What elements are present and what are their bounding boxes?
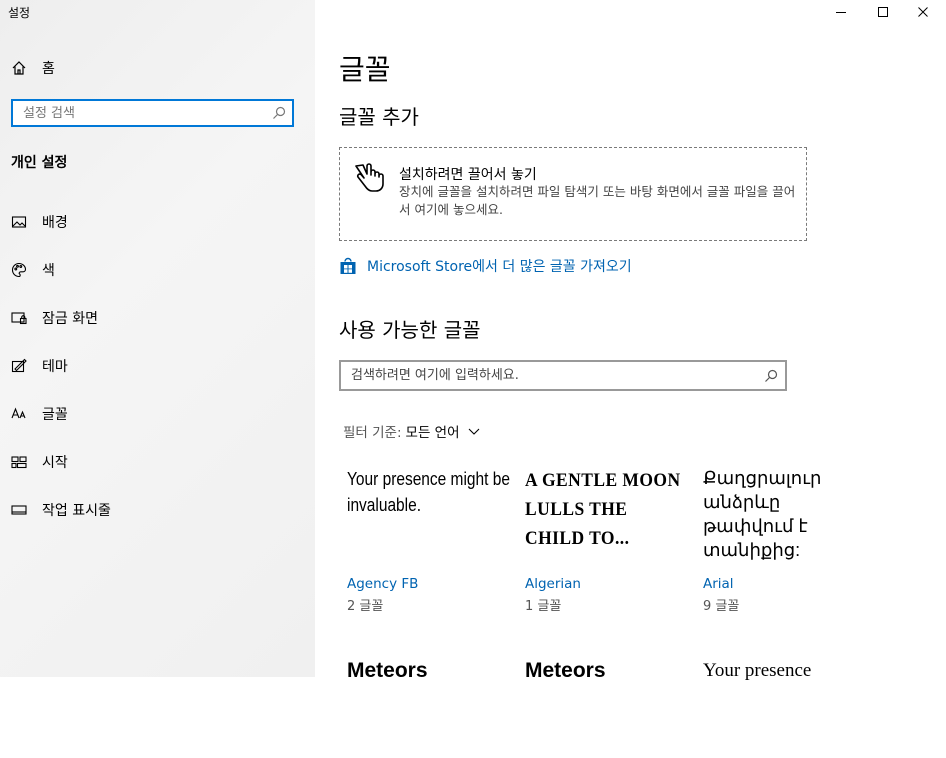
sidebar-nav-list: 배경 색 잠금 화면 테마 글꼴 시작 작업 표시줄 (10, 208, 111, 544)
sidebar-section-heading: 개인 설정 (11, 155, 68, 171)
palette-icon (10, 261, 28, 279)
font-card[interactable]: Meteors (347, 658, 507, 758)
filter-value: 모든 언어 (405, 425, 460, 441)
font-count: 1 글꼴 (525, 599, 562, 614)
sidebar-item-themes[interactable]: 테마 (10, 352, 111, 400)
home-nav-item[interactable]: 홈 (10, 58, 55, 78)
taskbar-icon (10, 501, 28, 519)
font-count: 9 글꼴 (703, 599, 740, 614)
close-button[interactable] (900, 0, 946, 24)
language-filter-dropdown[interactable]: 필터 기준: 모든 언어 (343, 421, 480, 441)
drop-zone-title: 설치하려면 끌어서 놓기 (399, 167, 537, 183)
start-icon (10, 453, 28, 471)
filter-label: 필터 기준: (343, 425, 402, 441)
store-icon (340, 257, 356, 274)
store-link-label: Microsoft Store에서 더 많은 글꼴 가져오기 (367, 259, 632, 275)
font-name: Algerian (525, 576, 581, 592)
maximize-icon (878, 7, 888, 17)
available-fonts-heading: 사용 가능한 글꼴 (339, 318, 481, 342)
drop-zone-description: 장치에 글꼴을 설치하려면 파일 탐색기 또는 바탕 화면에서 글꼴 파일을 끌… (399, 184, 796, 217)
font-search-input[interactable] (341, 362, 761, 389)
window-title: 설정 (8, 6, 31, 20)
sidebar-item-lock-screen[interactable]: 잠금 화면 (10, 304, 111, 352)
home-label: 홈 (42, 61, 55, 77)
microsoft-store-link[interactable]: Microsoft Store에서 더 많은 글꼴 가져오기 (339, 256, 632, 276)
font-card-arial[interactable]: Քաղցրալուր անձրևը թափվում է տանիքից: Ari… (703, 466, 863, 614)
lock-screen-icon (10, 309, 28, 327)
sidebar-item-label: 색 (42, 263, 55, 279)
settings-search-box[interactable] (11, 99, 294, 127)
font-count: 2 글꼴 (347, 599, 384, 614)
font-name: Agency FB (347, 576, 419, 592)
font-card[interactable]: Your presence (703, 658, 863, 758)
sidebar-item-label: 잠금 화면 (42, 311, 98, 327)
font-card-algerian[interactable]: A gentle moon lulls the child to... Alge… (525, 466, 685, 614)
sidebar-item-colors[interactable]: 색 (10, 256, 111, 304)
sidebar-item-label: 시작 (42, 455, 68, 471)
sidebar-item-taskbar[interactable]: 작업 표시줄 (10, 496, 111, 544)
add-fonts-heading: 글꼴 추가 (339, 105, 419, 129)
search-icon (765, 369, 778, 382)
font-preview: Meteors (525, 659, 606, 682)
sidebar-item-fonts[interactable]: 글꼴 (10, 400, 111, 448)
sidebar-item-start[interactable]: 시작 (10, 448, 111, 496)
font-drop-zone[interactable]: 설치하려면 끌어서 놓기 장치에 글꼴을 설치하려면 파일 탐색기 또는 바탕 … (339, 147, 807, 241)
sidebar-item-label: 배경 (42, 215, 68, 231)
font-preview: Your presence might be invaluable. (347, 469, 510, 515)
font-preview: A gentle moon lulls the child to... (525, 470, 681, 549)
hand-pointer-icon (355, 163, 384, 192)
sidebar: 설정 홈 개인 설정 배경 색 잠금 화면 (0, 0, 315, 677)
minimize-button[interactable] (818, 0, 864, 24)
chevron-down-icon (468, 428, 479, 435)
picture-icon (10, 213, 28, 231)
home-icon (10, 59, 28, 77)
theme-icon (10, 357, 28, 375)
sidebar-item-label: 테마 (42, 359, 68, 375)
font-preview: Meteors (347, 659, 428, 682)
settings-search-input[interactable] (13, 101, 273, 125)
minimize-icon (836, 12, 846, 13)
sidebar-item-label: 작업 표시줄 (42, 503, 111, 519)
font-preview: Քաղցրալուր անձրևը թափվում է տանիքից: (703, 468, 822, 560)
font-icon (10, 405, 28, 423)
sidebar-item-label: 글꼴 (42, 407, 68, 423)
sidebar-item-background[interactable]: 배경 (10, 208, 111, 256)
font-preview: Your presence (703, 660, 812, 681)
page-title: 글꼴 (339, 53, 391, 86)
font-card[interactable]: Meteors (525, 658, 685, 758)
search-icon (273, 106, 286, 119)
close-icon (918, 7, 928, 17)
font-search-box[interactable] (339, 360, 787, 391)
font-card-agency-fb[interactable]: Your presence might be invaluable. Agenc… (347, 466, 510, 614)
font-name: Arial (703, 576, 734, 592)
